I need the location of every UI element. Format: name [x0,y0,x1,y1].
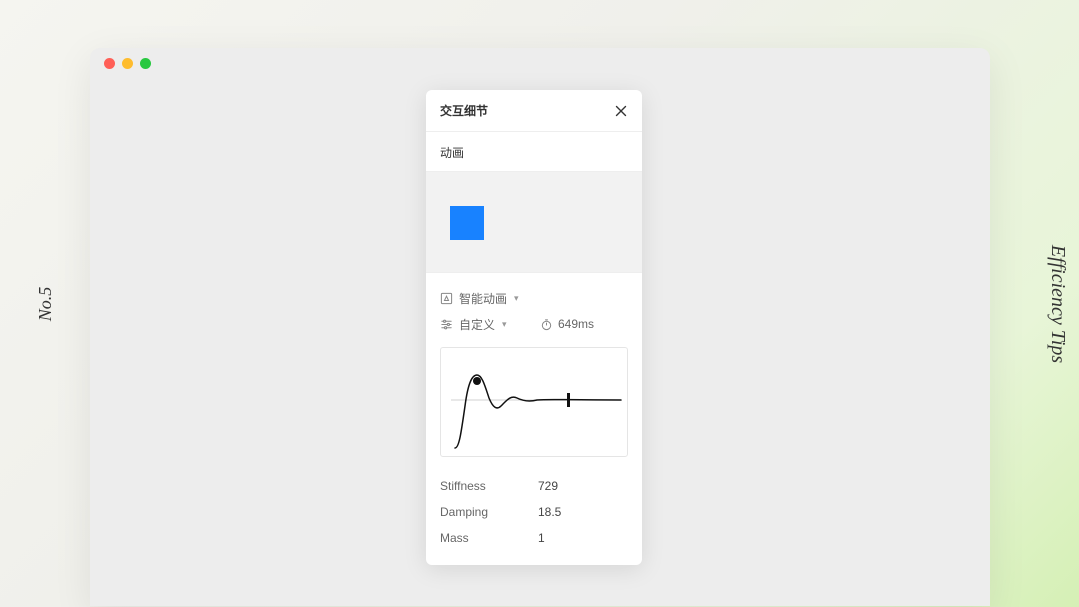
damping-row[interactable]: Damping 18.5 [440,499,628,525]
curve-type-value: 自定义 [459,316,495,333]
close-window-button[interactable] [104,58,115,69]
chevron-down-icon: ▾ [502,319,507,330]
spring-params: Stiffness 729 Damping 18.5 Mass 1 [426,471,642,565]
minimize-window-button[interactable] [122,58,133,69]
panel-header: 交互细节 [426,90,642,132]
duration-field[interactable]: 649ms [540,317,594,331]
spring-curve-editor[interactable] [440,347,628,457]
window-controls [104,58,151,69]
sliders-icon [440,318,453,331]
tab-animation-label: 动画 [440,146,464,160]
mass-label: Mass [440,531,538,545]
maximize-window-button[interactable] [140,58,151,69]
panel-title: 交互细节 [440,102,488,119]
stiffness-row[interactable]: Stiffness 729 [440,473,628,499]
mass-value: 1 [538,531,545,545]
animation-type-row[interactable]: 智能动画 ▾ [440,285,628,311]
curve-type-row[interactable]: 自定义 ▾ 649ms [440,311,628,337]
damping-label: Damping [440,505,538,519]
app-window: 交互细节 动画 智能动画 ▾ [90,48,990,606]
duration-value: 649ms [558,317,594,331]
animation-preview [426,171,642,273]
mass-row[interactable]: Mass 1 [440,525,628,551]
close-icon[interactable] [614,104,628,118]
chevron-down-icon: ▾ [514,293,519,304]
tab-animation[interactable]: 动画 [426,132,642,171]
stopwatch-icon [540,318,553,331]
animation-type-value: 智能动画 [459,290,507,307]
animation-settings: 智能动画 ▾ 自定义 ▾ [426,273,642,471]
smart-animate-icon [440,292,453,305]
preview-element[interactable] [450,206,484,240]
stiffness-label: Stiffness [440,479,538,493]
interaction-details-panel: 交互细节 动画 智能动画 ▾ [426,90,642,565]
stiffness-value: 729 [538,479,558,493]
side-label-no: No.5 [35,286,56,321]
side-label-efficiency: Efficiency Tips [1046,244,1069,362]
damping-value: 18.5 [538,505,561,519]
